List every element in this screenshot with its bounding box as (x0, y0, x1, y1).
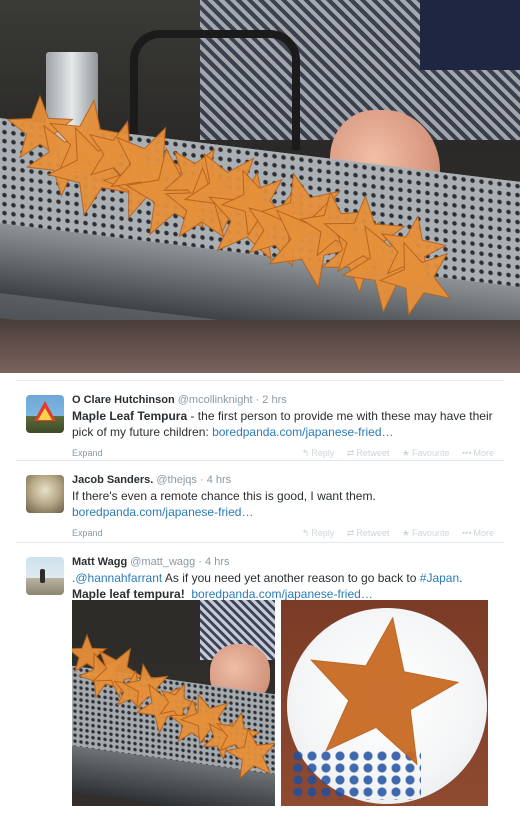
avatar[interactable] (26, 395, 64, 433)
media-photo-plate[interactable] (281, 600, 488, 806)
maple-leaf (310, 616, 460, 766)
expand-link[interactable]: Expand (72, 525, 103, 541)
ellipsis-icon[interactable]: ••• (462, 448, 471, 458)
tweet-actions: Expand ↰ Reply ⇄ Retweet ★ Favourite ••• Mor… (72, 445, 494, 461)
mention-link[interactable]: .@hannahfarrant (72, 571, 162, 585)
favourite-button[interactable]: Favourite (412, 528, 450, 538)
hashtag-link[interactable]: #Japan (420, 571, 459, 585)
tempura-photo (0, 0, 520, 373)
tweet-bold-text: Maple Leaf Tempura (72, 409, 188, 423)
tweet-media (72, 600, 488, 806)
tweet-header: Jacob Sanders. @thejqs · 4 hrs (72, 473, 494, 487)
user-name[interactable]: Matt Wagg (72, 556, 127, 568)
expand-link[interactable]: Expand (72, 445, 103, 461)
more-button[interactable]: More (473, 448, 494, 458)
retweet-button[interactable]: Retweet (356, 528, 389, 538)
star-icon[interactable]: ★ (402, 528, 410, 538)
avatar[interactable] (26, 557, 64, 595)
tweet-body-end: . (459, 571, 463, 585)
tweet-text: .@hannahfarrant As if you need yet anoth… (72, 570, 494, 602)
timestamp[interactable]: 4 hrs (205, 556, 229, 568)
maple-leaves (6, 94, 452, 317)
user-name[interactable]: O Clare Hutchinson (72, 394, 175, 406)
tweet-link[interactable]: boredpanda.com/japanese-fried… (191, 587, 372, 601)
user-handle[interactable]: @thejqs (156, 474, 197, 486)
media-photo-tray[interactable] (72, 600, 275, 806)
tweet-header: Matt Wagg @matt_wagg · 4 hrs (72, 555, 494, 569)
tweet[interactable]: O Clare Hutchinson @mcollinknight · 2 hr… (16, 380, 504, 460)
maple-leaf (310, 616, 460, 766)
reply-button[interactable]: Reply (311, 448, 334, 458)
warning-sign-inner (38, 408, 52, 420)
separator: · (199, 474, 204, 486)
retweet-button[interactable]: Retweet (356, 448, 389, 458)
tweet-body: As if you need yet another reason to go … (162, 571, 420, 585)
timestamp[interactable]: 4 hrs (207, 474, 231, 486)
separator: · (198, 556, 202, 568)
favourite-button[interactable]: Favourite (412, 448, 450, 458)
tweet-bold-text: Maple leaf tempura! (72, 587, 185, 601)
star-icon[interactable]: ★ (402, 448, 410, 458)
ellipsis-icon[interactable]: ••• (462, 528, 471, 538)
person-figure (40, 569, 45, 583)
user-name[interactable]: Jacob Sanders. (72, 474, 153, 486)
user-handle[interactable]: @mcollinknight (178, 394, 253, 406)
separator: · (255, 394, 260, 406)
reply-button[interactable]: Reply (311, 528, 334, 538)
tweet-link[interactable]: boredpanda.com/japanese-fried… (212, 425, 393, 439)
reply-arrow-icon[interactable]: ↰ (302, 528, 310, 538)
maple-leaves (72, 633, 275, 780)
retweet-icon[interactable]: ⇄ (347, 448, 355, 458)
tweet-actions: Expand ↰ Reply ⇄ Retweet ★ Favourite ••• Mor… (72, 525, 494, 541)
tweet-link[interactable]: boredpanda.com/japanese-fried… (72, 505, 253, 519)
tweet-body: If there's even a remote chance this is … (72, 489, 376, 503)
tweet[interactable]: Jacob Sanders. @thejqs · 4 hrs If there'… (16, 460, 504, 542)
more-button[interactable]: More (473, 528, 494, 538)
retweet-icon[interactable]: ⇄ (347, 528, 355, 538)
tweet-text: Maple Leaf Tempura - the first person to… (72, 408, 494, 440)
tweet-header: O Clare Hutchinson @mcollinknight · 2 hr… (72, 393, 494, 407)
user-handle[interactable]: @matt_wagg (130, 556, 195, 568)
reply-arrow-icon[interactable]: ↰ (302, 448, 310, 458)
avatar[interactable] (26, 475, 64, 513)
timestamp[interactable]: 2 hrs (262, 394, 286, 406)
tweet-text: If there's even a remote chance this is … (72, 488, 494, 520)
